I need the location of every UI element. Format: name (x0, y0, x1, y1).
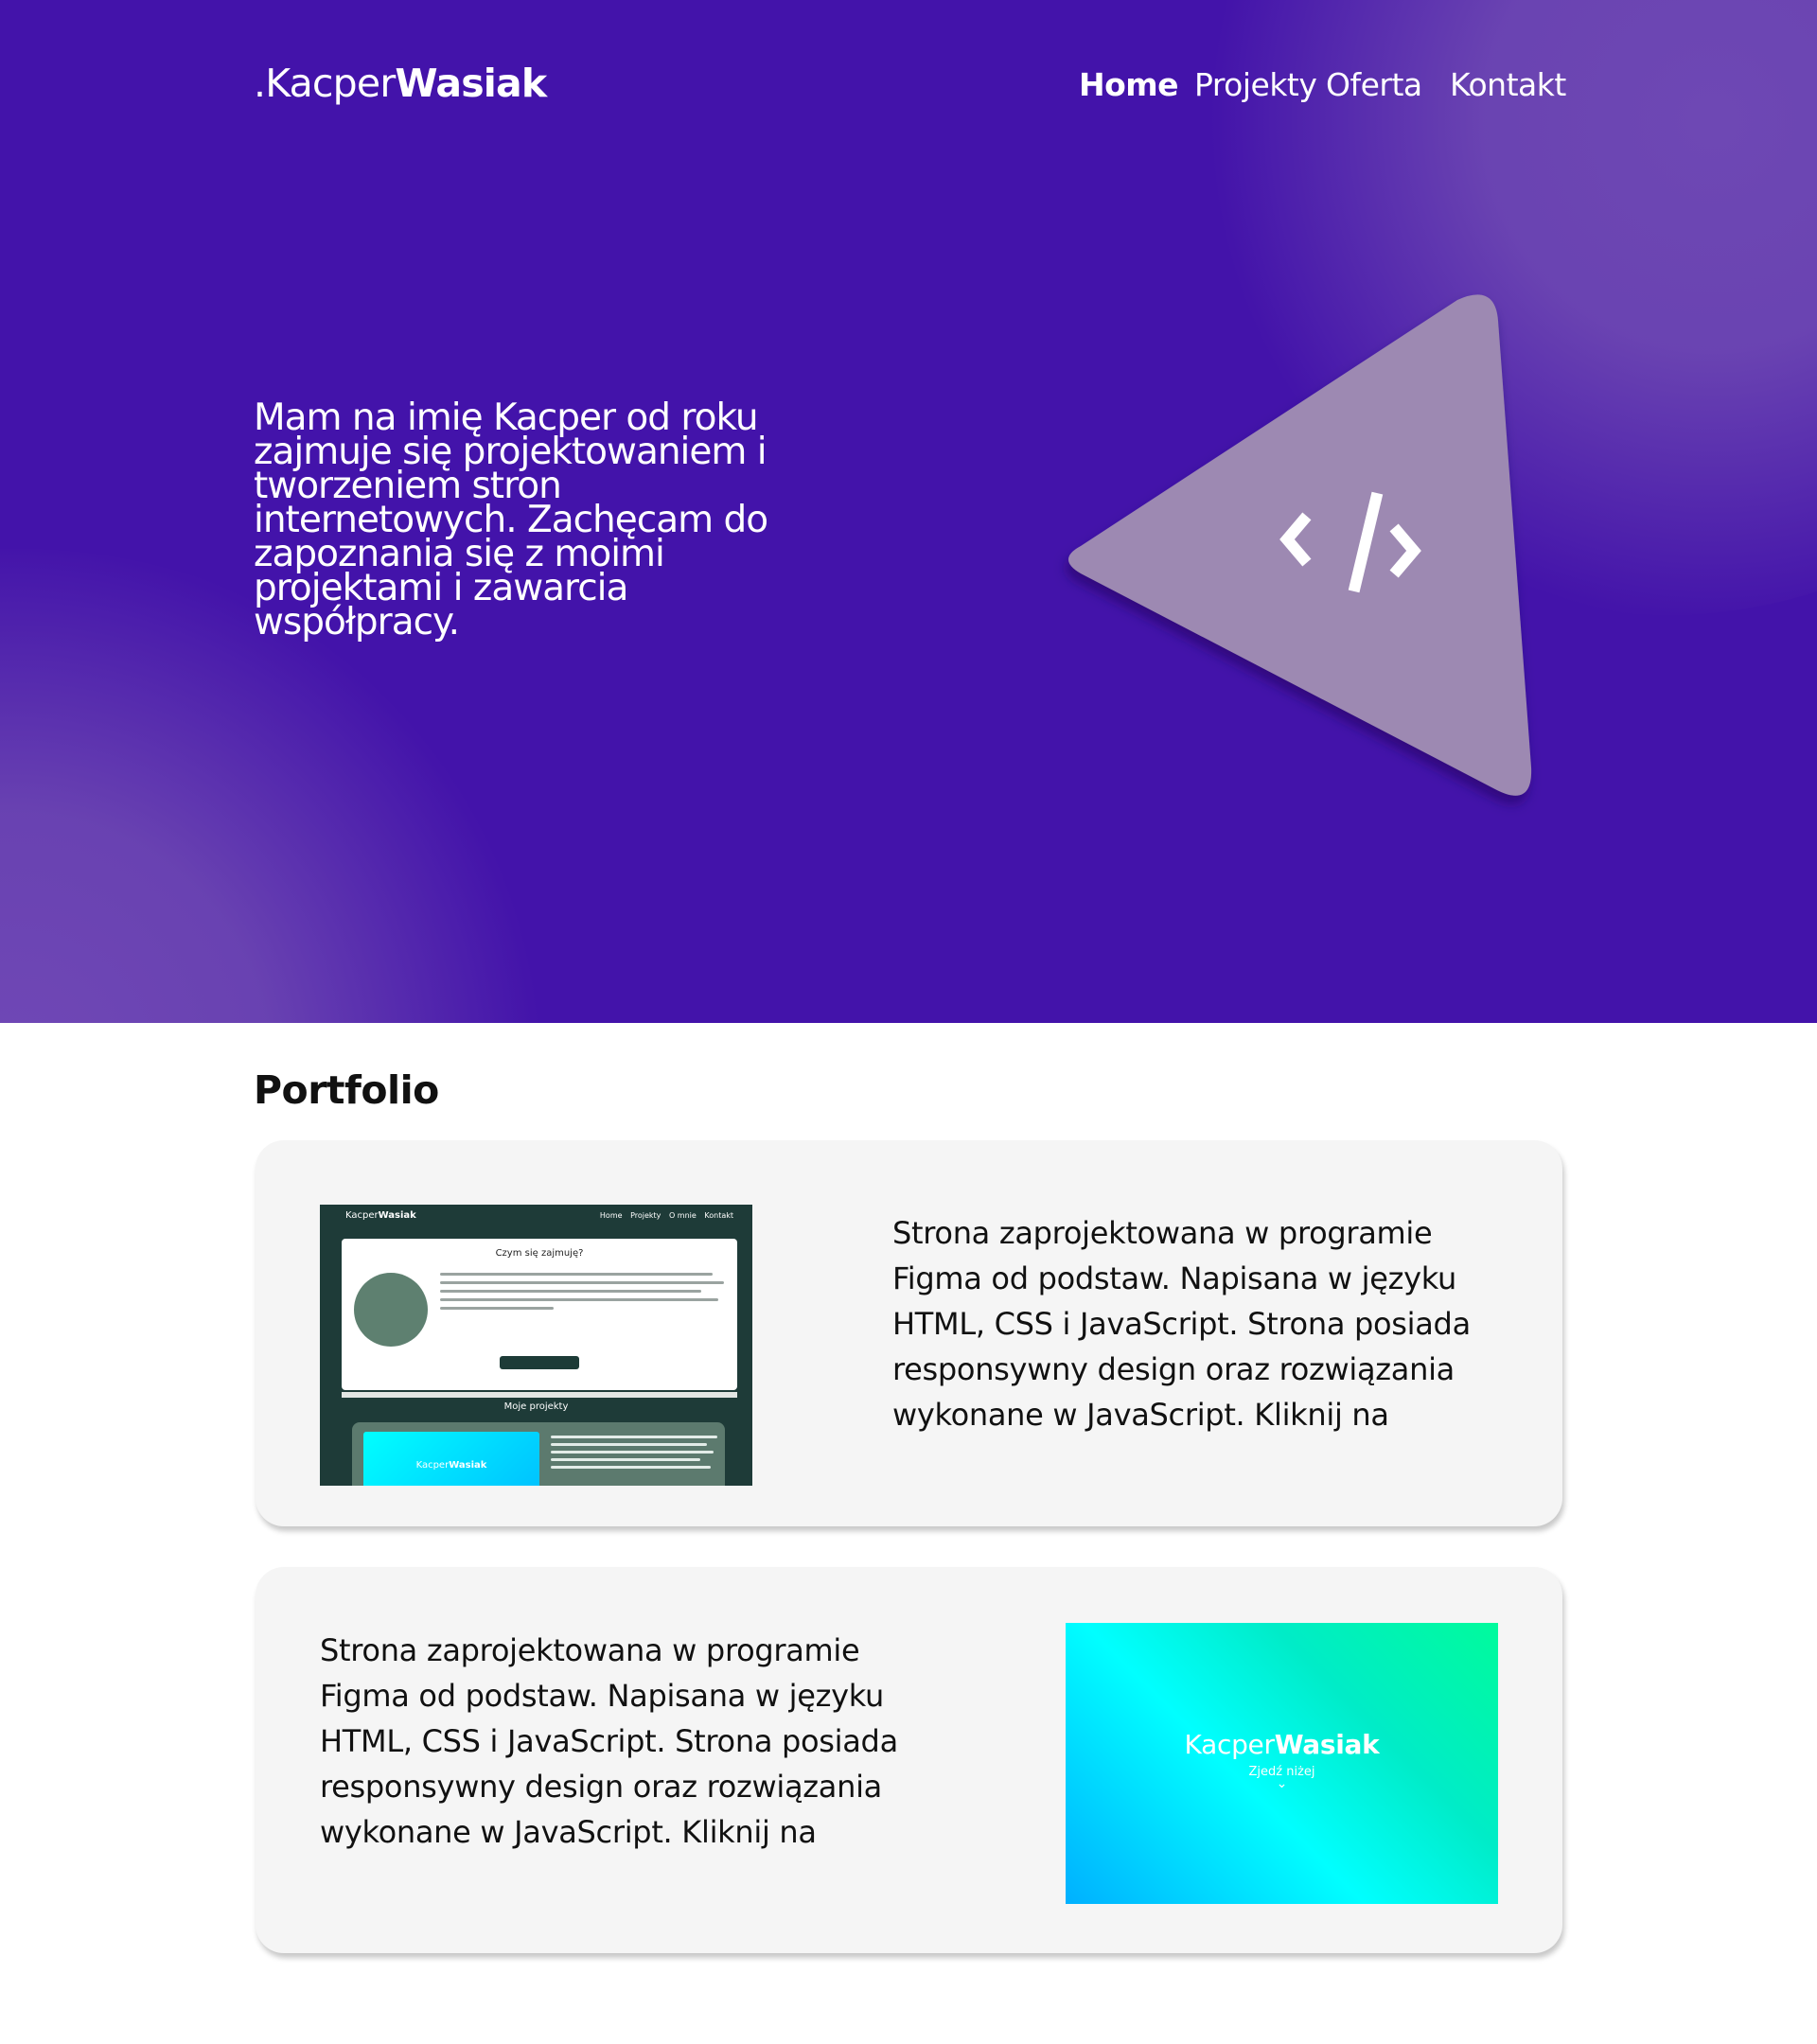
portfolio-card[interactable]: Strona zaprojektowana w programie Figma … (256, 1567, 1562, 1953)
preview-divider (342, 1392, 737, 1398)
preview-logo: KacperWasiak (345, 1210, 416, 1221)
preview-nav-item: Kontakt (704, 1211, 733, 1220)
preview-project-text (551, 1436, 717, 1473)
hero-intro-text: Mam na imię Kacper od roku zajmuje się p… (254, 396, 768, 643)
nav-link-projekty[interactable]: Projekty (1194, 66, 1317, 103)
project-description: Strona zaprojektowana w programie Figma … (892, 1215, 1471, 1433)
main-nav: Home Projekty Oferta Kontakt (0, 66, 1817, 108)
nav-link-kontakt[interactable]: Kontakt (1450, 66, 1566, 103)
project-preview-image[interactable]: KacperWasiak Home Projekty O mnie Kontak… (320, 1205, 752, 1486)
preview-section-title: Moje projekty (503, 1401, 569, 1412)
triangle-shape (1068, 294, 1532, 796)
preview-project-thumbnail: KacperWasiak (363, 1432, 539, 1486)
preview-avatar (354, 1273, 428, 1347)
project-description: Strona zaprojektowana w programie Figma … (320, 1632, 898, 1850)
preview-nav-item: O mnie (668, 1211, 697, 1220)
preview-about-panel: Czym się zajmuję? (342, 1239, 737, 1390)
preview-panel-title: Czym się zajmuję? (495, 1248, 584, 1259)
nav-link-oferta[interactable]: Oferta (1326, 66, 1422, 103)
code-triangle-graphic (1068, 294, 1532, 796)
chevron-down-icon: ⌄ (1276, 1776, 1288, 1791)
portfolio-heading: Portfolio (254, 1067, 439, 1113)
preview-nav: Home Projekty O mnie Kontakt (594, 1211, 733, 1220)
portfolio-card[interactable]: KacperWasiak Home Projekty O mnie Kontak… (256, 1140, 1562, 1526)
preview-nav-item: Home (599, 1211, 623, 1220)
preview-thumbnail-logo: KacperWasiak (415, 1460, 487, 1471)
hero-section: .KacperWasiak Home Projekty Oferta Konta… (0, 0, 1817, 1023)
preview-button (500, 1356, 579, 1369)
preview-placeholder-text (440, 1273, 724, 1315)
preview-nav-item: Projekty (630, 1211, 662, 1220)
nav-link-home[interactable]: Home (1079, 66, 1179, 103)
preview-logo: KacperWasiak (1184, 1729, 1380, 1760)
project-preview-image[interactable]: KacperWasiak Zjedź niżej ⌄ (1066, 1623, 1498, 1904)
